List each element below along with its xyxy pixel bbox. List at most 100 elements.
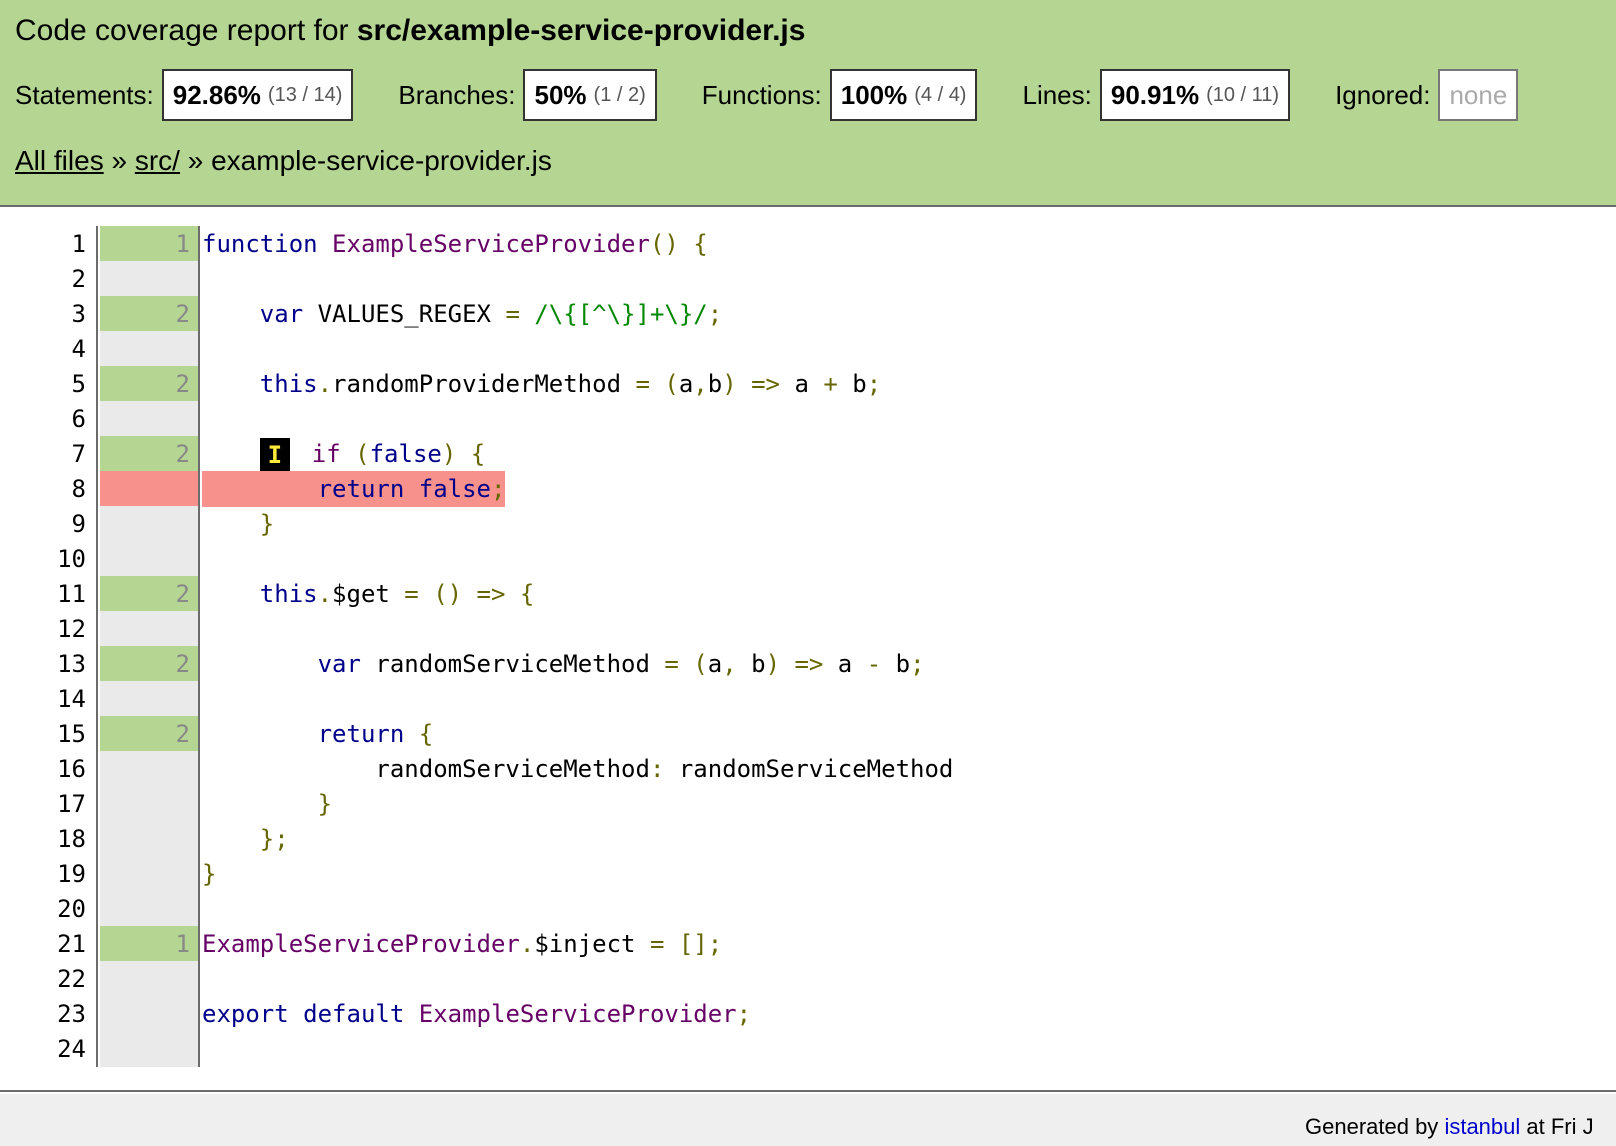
line-hit-count xyxy=(100,996,200,1032)
footer-suffix: at Fri J xyxy=(1520,1114,1594,1139)
footer-prefix: Generated by xyxy=(1305,1114,1445,1139)
code-line-8-uncovered: return false; xyxy=(202,471,506,507)
punctuation: = () => { xyxy=(404,580,535,608)
keyword: if xyxy=(311,440,341,468)
punctuation: = ( xyxy=(664,650,708,678)
line-hit-count xyxy=(100,401,200,437)
stat-label: Ignored: xyxy=(1335,79,1431,110)
stat-branches: Branches: 50% (1 / 2) xyxy=(398,69,657,121)
istanbul-link[interactable]: istanbul xyxy=(1444,1114,1520,1139)
line-number[interactable]: 13 xyxy=(0,646,98,682)
identifier: a xyxy=(823,650,867,678)
line-hit-count: 2 xyxy=(100,716,200,752)
report-header: Code coverage report for src/example-ser… xyxy=(0,0,1616,207)
line-number[interactable]: 12 xyxy=(0,611,98,647)
line-hit-count xyxy=(100,821,200,857)
identifier: a xyxy=(780,370,824,398)
punctuation: : xyxy=(649,755,665,783)
punctuation: ( xyxy=(340,440,370,468)
stat-lines: Lines: 90.91% (10 / 11) xyxy=(1022,69,1291,121)
punctuation: + xyxy=(823,370,838,398)
line-number[interactable]: 15 xyxy=(0,716,98,752)
line-hit-count: 1 xyxy=(100,226,200,262)
stat-box: 90.91% (10 / 11) xyxy=(1099,69,1291,121)
line-hit-count: 2 xyxy=(100,296,200,332)
punctuation: = xyxy=(505,300,520,328)
line-number[interactable]: 20 xyxy=(0,891,98,927)
line-number[interactable]: 9 xyxy=(0,506,98,542)
line-number[interactable]: 5 xyxy=(0,366,98,402)
keyword: function xyxy=(202,230,318,258)
line-number[interactable]: 1 xyxy=(0,226,98,262)
line-number[interactable]: 24 xyxy=(0,1031,98,1067)
identifier: $get xyxy=(332,580,405,608)
breadcrumb-src-link[interactable]: src/ xyxy=(135,145,180,176)
stat-box: 100% (4 / 4) xyxy=(829,69,978,121)
breadcrumb-separator: » xyxy=(103,145,135,176)
stat-ignored-value: none xyxy=(1449,79,1508,110)
footer: Generated by istanbul at Fri J xyxy=(0,1094,1616,1146)
line-number[interactable]: 10 xyxy=(0,541,98,577)
line-number[interactable]: 18 xyxy=(0,821,98,857)
line-number[interactable]: 19 xyxy=(0,856,98,892)
line-hit-count xyxy=(100,681,200,717)
code-line-23: export default ExampleServiceProvider; xyxy=(202,996,751,1032)
branch-not-taken-badge[interactable]: I xyxy=(259,438,290,472)
stat-fraction: (1 / 2) xyxy=(593,83,646,106)
line-hit-count xyxy=(100,1031,200,1067)
code-line-16: randomServiceMethod: randomServiceMethod xyxy=(202,751,953,787)
punctuation: . xyxy=(317,580,333,608)
code-line-19: } xyxy=(202,856,216,892)
line-number[interactable]: 17 xyxy=(0,786,98,822)
line-number[interactable]: 14 xyxy=(0,681,98,717)
breadcrumb-all-files-link[interactable]: All files xyxy=(15,145,104,176)
breadcrumb: All files » src/ » example-service-provi… xyxy=(15,143,552,179)
line-number[interactable]: 16 xyxy=(0,751,98,787)
line-hit-count: 2 xyxy=(100,366,200,402)
line-number[interactable]: 21 xyxy=(0,926,98,962)
code-line-18: }; xyxy=(202,821,289,857)
identifier: a xyxy=(678,370,694,398)
stat-fraction: (4 / 4) xyxy=(914,83,967,106)
punctuation: ) => xyxy=(765,650,824,678)
line-number[interactable]: 7 xyxy=(0,436,98,472)
keyword: export default xyxy=(202,1000,405,1028)
stat-fraction: (10 / 11) xyxy=(1206,83,1280,106)
identifier: b xyxy=(837,370,867,398)
stat-box: 50% (1 / 2) xyxy=(523,69,657,121)
punctuation: - xyxy=(866,650,882,678)
line-number[interactable]: 3 xyxy=(0,296,98,332)
identifier: b xyxy=(881,650,911,678)
line-hit-count xyxy=(100,541,200,577)
line-hit-count: 2 xyxy=(100,646,200,682)
line-number[interactable]: 23 xyxy=(0,996,98,1032)
line-number[interactable]: 2 xyxy=(0,261,98,297)
identifier: ExampleServiceProvider xyxy=(332,230,650,258)
punctuation: ) => xyxy=(722,370,780,398)
punctuation: ; xyxy=(866,370,882,398)
line-hit-count xyxy=(100,856,200,892)
punctuation: = []; xyxy=(649,930,723,958)
keyword: return xyxy=(317,720,405,748)
code-line-21: ExampleServiceProvider.$inject = []; xyxy=(202,926,722,962)
code-line-11: this.$get = () => { xyxy=(202,576,535,612)
stat-label: Statements: xyxy=(15,79,154,110)
line-number[interactable]: 6 xyxy=(0,401,98,437)
stat-label: Branches: xyxy=(398,79,516,110)
identifier: b xyxy=(736,650,766,678)
line-number[interactable]: 11 xyxy=(0,576,98,612)
breadcrumb-separator: » xyxy=(179,145,212,176)
identifier: $inject xyxy=(534,930,650,958)
line-number[interactable]: 8 xyxy=(0,471,98,507)
punctuation: } xyxy=(317,790,333,818)
line-number[interactable]: 4 xyxy=(0,331,98,367)
code-line-17: } xyxy=(202,786,332,822)
code-line-1: function ExampleServiceProvider() { xyxy=(202,226,708,262)
line-hit-count xyxy=(100,786,200,822)
line-number[interactable]: 22 xyxy=(0,961,98,997)
stat-label: Functions: xyxy=(701,79,822,110)
punctuation: , xyxy=(722,650,737,678)
identifier: VALUES_REGEX xyxy=(303,300,506,328)
punctuation: { xyxy=(404,720,434,748)
page-title: Code coverage report for src/example-ser… xyxy=(15,12,805,50)
